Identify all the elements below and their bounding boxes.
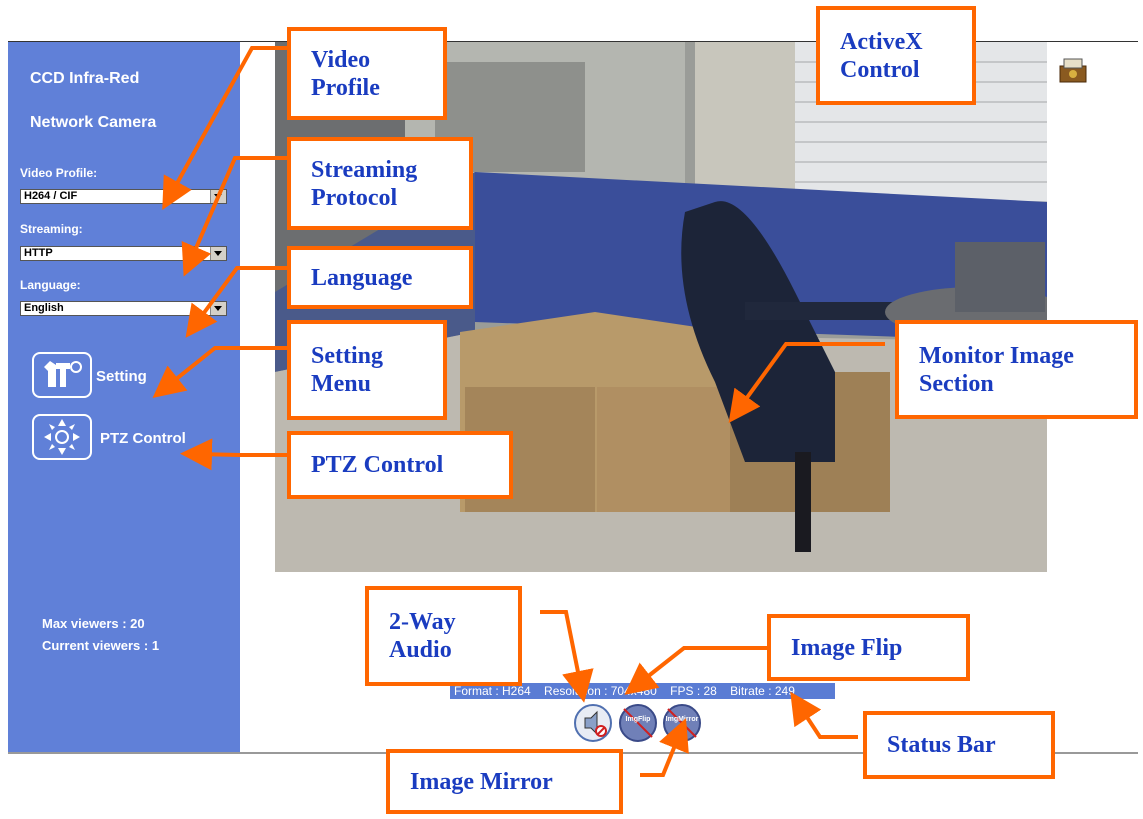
callout-setting-menu: Setting Menu — [287, 320, 447, 420]
callout-image-mirror: Image Mirror — [386, 749, 623, 814]
callout-language: Language — [287, 246, 473, 309]
callout-activex-control: ActiveX Control — [816, 6, 976, 105]
callout-streaming-protocol: Streaming Protocol — [287, 137, 473, 230]
callout-monitor-image-section: Monitor Image Section — [895, 320, 1138, 419]
callout-ptz-control: PTZ Control — [287, 431, 513, 499]
callout-image-flip: Image Flip — [767, 614, 970, 681]
callout-video-profile: Video Profile — [287, 27, 447, 120]
callout-status-bar: Status Bar — [863, 711, 1055, 779]
callout-two-way-audio: 2-Way Audio — [365, 586, 522, 686]
